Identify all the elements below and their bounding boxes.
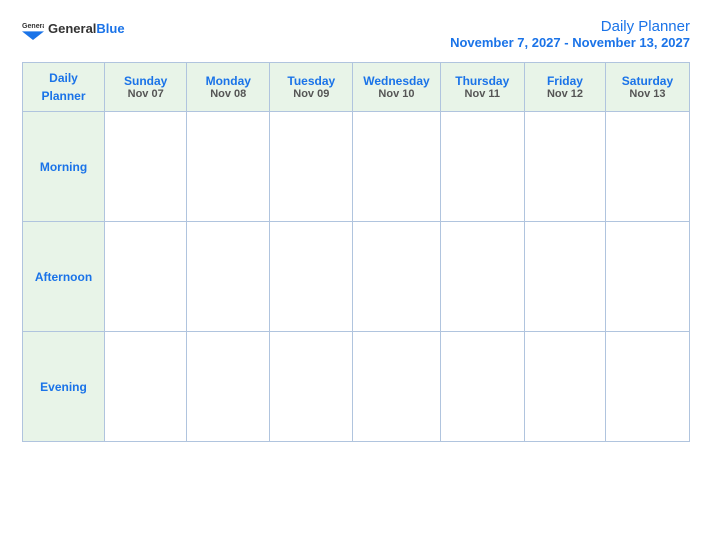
logo-text: GeneralBlue xyxy=(48,21,125,37)
monday-name: Monday xyxy=(191,74,265,88)
monday-date: Nov 08 xyxy=(191,88,265,100)
morning-sunday[interactable] xyxy=(105,112,187,222)
col-friday: Friday Nov 12 xyxy=(525,63,606,112)
evening-thursday[interactable] xyxy=(440,332,525,442)
col-saturday: Saturday Nov 13 xyxy=(605,63,689,112)
afternoon-row: Afternoon xyxy=(23,222,690,332)
morning-thursday[interactable] xyxy=(440,112,525,222)
afternoon-sunday[interactable] xyxy=(105,222,187,332)
col-monday: Monday Nov 08 xyxy=(187,63,270,112)
friday-name: Friday xyxy=(529,74,601,88)
tuesday-name: Tuesday xyxy=(274,74,348,88)
header-label-line2: Planner xyxy=(41,89,85,103)
date-range: November 7, 2027 - November 13, 2027 xyxy=(450,35,690,50)
evening-row: Evening xyxy=(23,332,690,442)
afternoon-friday[interactable] xyxy=(525,222,606,332)
evening-label: Evening xyxy=(23,332,105,442)
morning-friday[interactable] xyxy=(525,112,606,222)
morning-label: Morning xyxy=(23,112,105,222)
table-header-label: Daily Planner xyxy=(23,63,105,112)
generalblue-icon: General xyxy=(22,18,44,40)
wednesday-name: Wednesday xyxy=(357,74,435,88)
evening-sunday[interactable] xyxy=(105,332,187,442)
header: General GeneralBlue Daily Planner Novemb… xyxy=(22,18,690,50)
evening-monday[interactable] xyxy=(187,332,270,442)
evening-saturday[interactable] xyxy=(605,332,689,442)
sunday-date: Nov 07 xyxy=(109,88,182,100)
morning-monday[interactable] xyxy=(187,112,270,222)
saturday-date: Nov 13 xyxy=(610,88,685,100)
friday-date: Nov 12 xyxy=(529,88,601,100)
morning-wednesday[interactable] xyxy=(353,112,440,222)
col-tuesday: Tuesday Nov 09 xyxy=(270,63,353,112)
col-thursday: Thursday Nov 11 xyxy=(440,63,525,112)
afternoon-tuesday[interactable] xyxy=(270,222,353,332)
col-sunday: Sunday Nov 07 xyxy=(105,63,187,112)
header-label-line1: Daily xyxy=(49,71,78,85)
svg-text:General: General xyxy=(22,23,44,30)
thursday-date: Nov 11 xyxy=(445,88,521,100)
planner-table: Daily Planner Sunday Nov 07 Monday Nov 0… xyxy=(22,62,690,442)
evening-friday[interactable] xyxy=(525,332,606,442)
morning-saturday[interactable] xyxy=(605,112,689,222)
sunday-name: Sunday xyxy=(109,74,182,88)
evening-wednesday[interactable] xyxy=(353,332,440,442)
saturday-name: Saturday xyxy=(610,74,685,88)
page: General GeneralBlue Daily Planner Novemb… xyxy=(0,0,712,550)
tuesday-date: Nov 09 xyxy=(274,88,348,100)
afternoon-label: Afternoon xyxy=(23,222,105,332)
morning-row: Morning xyxy=(23,112,690,222)
afternoon-monday[interactable] xyxy=(187,222,270,332)
afternoon-wednesday[interactable] xyxy=(353,222,440,332)
afternoon-thursday[interactable] xyxy=(440,222,525,332)
morning-tuesday[interactable] xyxy=(270,112,353,222)
wednesday-date: Nov 10 xyxy=(357,88,435,100)
logo-area: General GeneralBlue xyxy=(22,18,125,40)
afternoon-saturday[interactable] xyxy=(605,222,689,332)
thursday-name: Thursday xyxy=(445,74,521,88)
col-wednesday: Wednesday Nov 10 xyxy=(353,63,440,112)
title-area: Daily Planner November 7, 2027 - Novembe… xyxy=(450,18,690,50)
evening-tuesday[interactable] xyxy=(270,332,353,442)
main-title: Daily Planner xyxy=(450,18,690,35)
